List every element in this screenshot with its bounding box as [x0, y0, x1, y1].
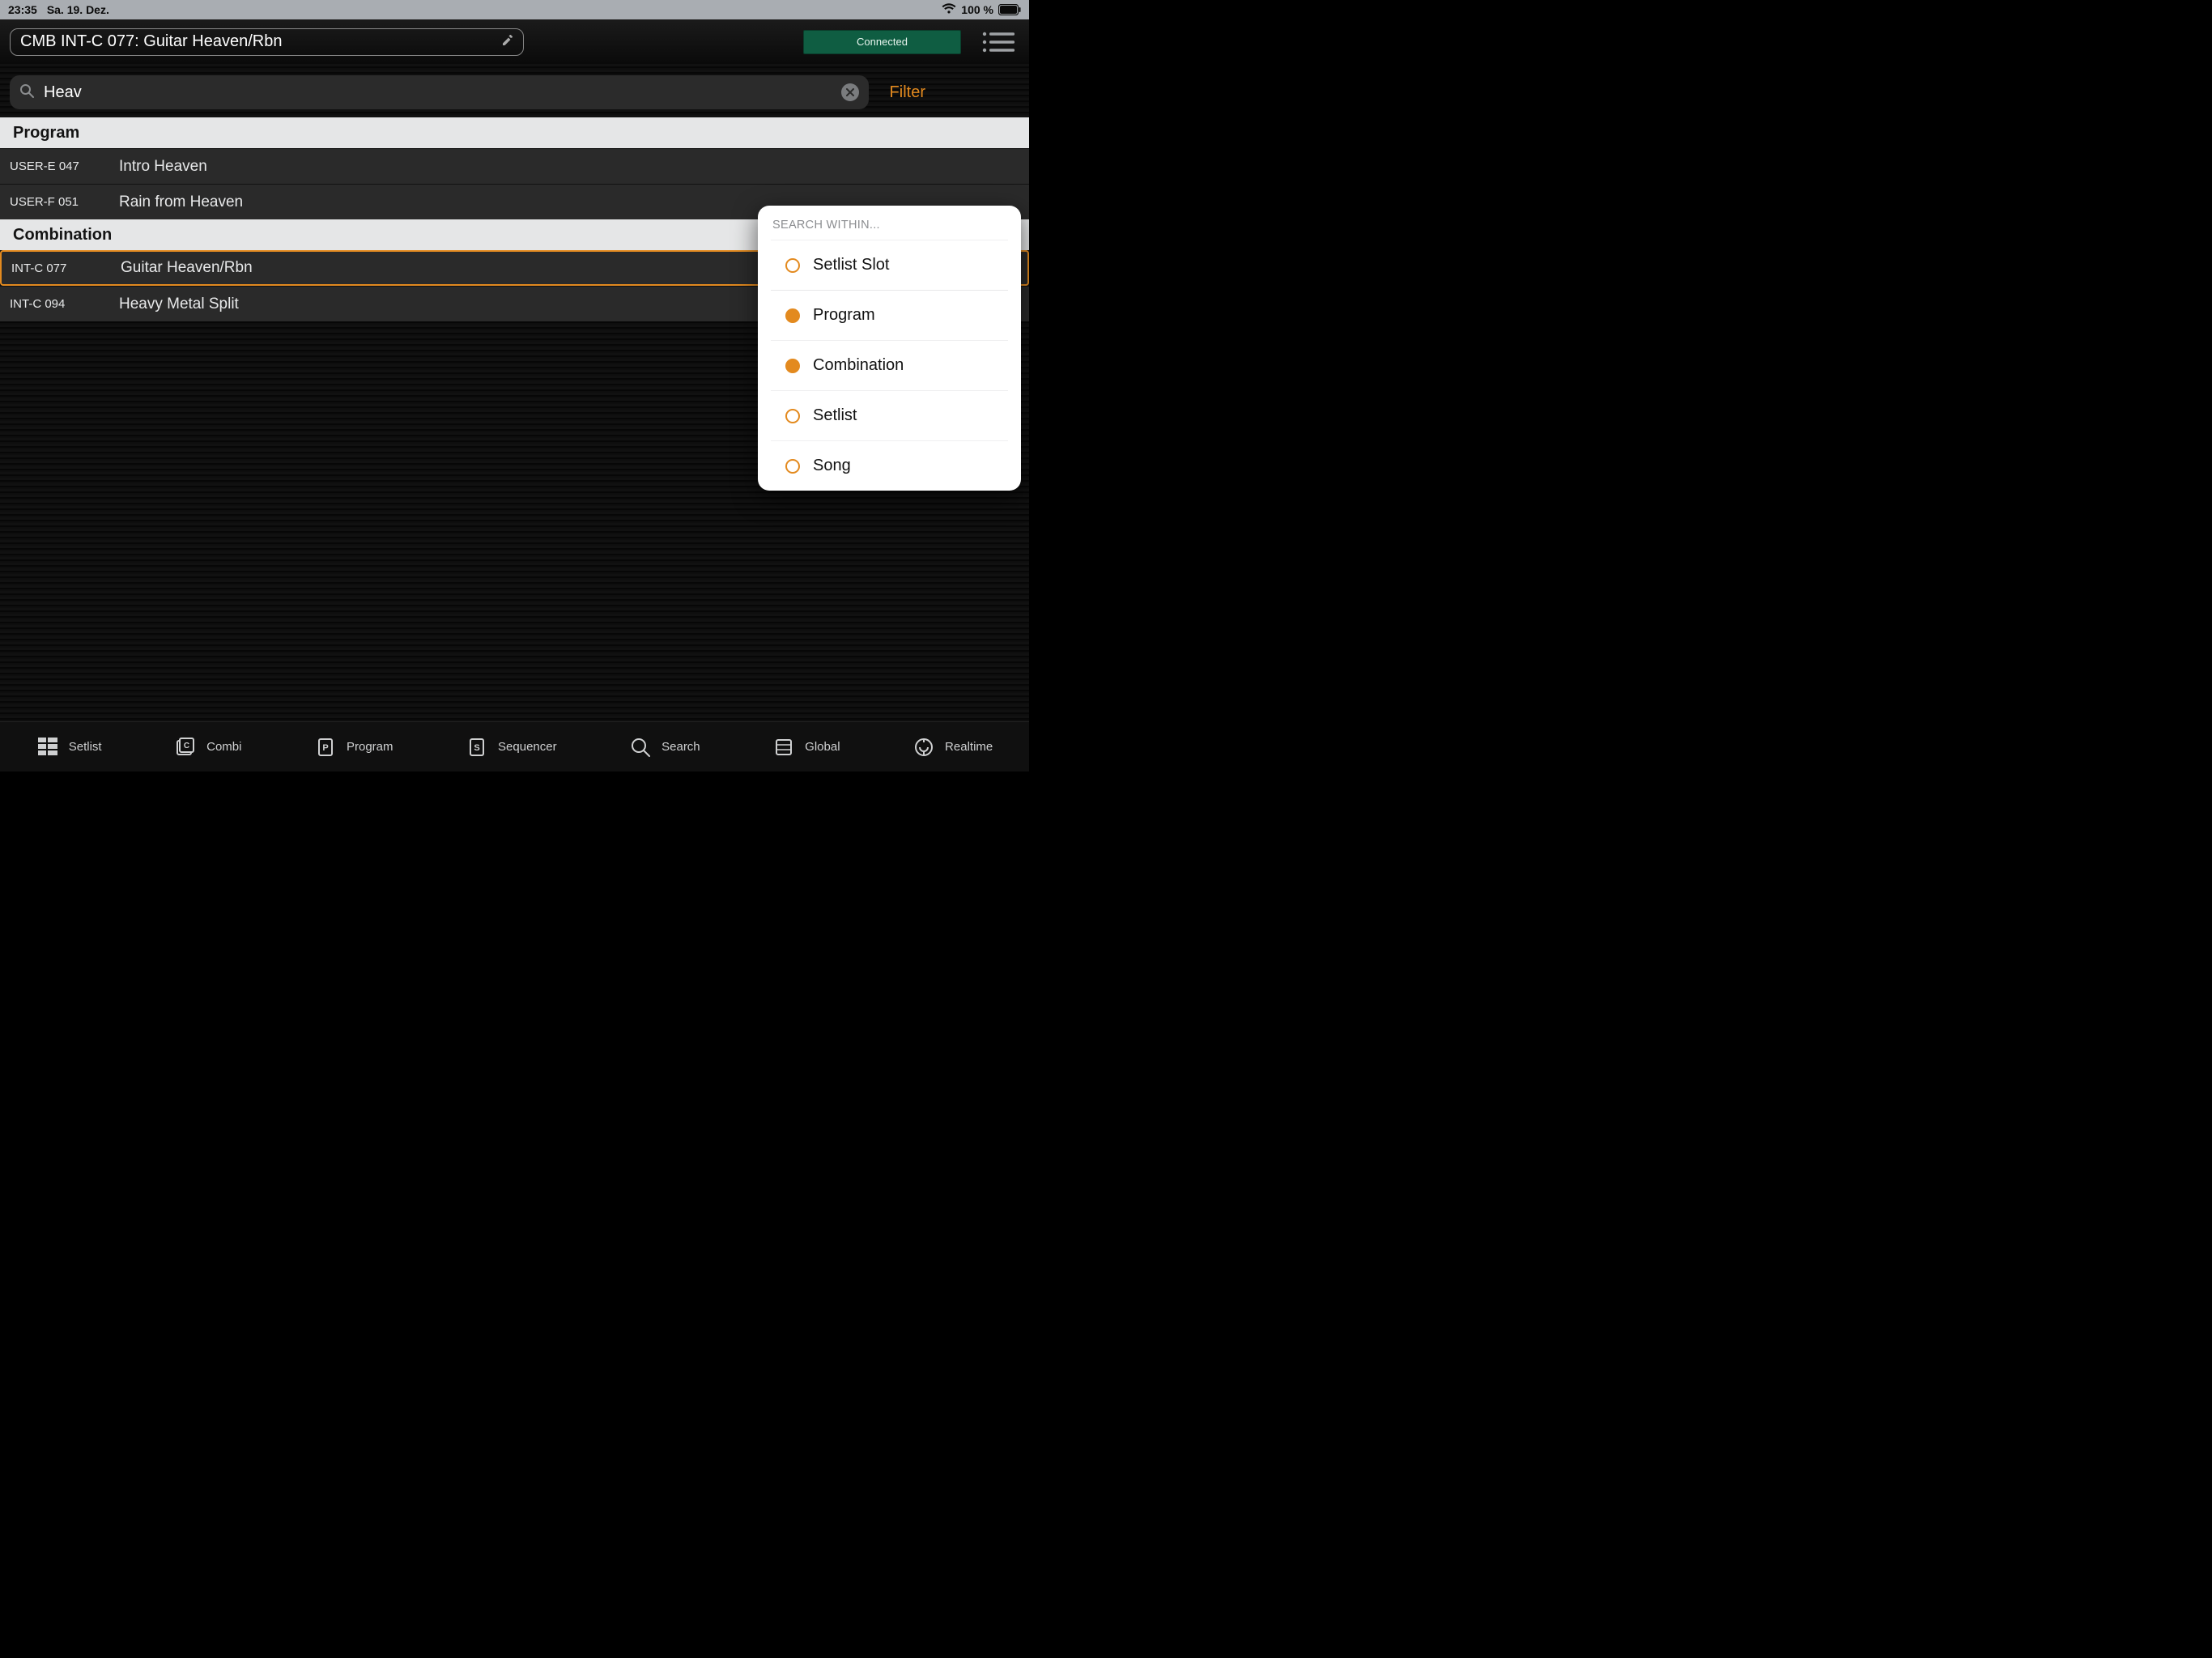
nav-item-program[interactable]: P Program: [314, 736, 393, 759]
svg-text:S: S: [474, 743, 479, 753]
realtime-icon: [912, 736, 935, 759]
status-battery-text: 100 %: [961, 3, 993, 16]
search-input[interactable]: [42, 83, 841, 103]
nav-label: Global: [805, 740, 840, 754]
filter-button[interactable]: Filter: [885, 83, 930, 103]
program-icon: P: [314, 736, 337, 759]
filter-option-label: Song: [813, 457, 851, 475]
result-code: INT-C 077: [11, 261, 121, 275]
nav-item-global[interactable]: Global: [772, 736, 840, 759]
svg-text:C: C: [184, 742, 189, 750]
nav-label: Combi: [206, 740, 241, 754]
radio-icon: [785, 359, 800, 373]
connection-status: Connected: [803, 30, 961, 54]
app-header: CMB INT-C 077: Guitar Heaven/Rbn Connect…: [0, 19, 1029, 64]
filter-option-label: Combination: [813, 356, 904, 375]
filter-option-label: Program: [813, 306, 875, 325]
filter-option[interactable]: Combination: [771, 340, 1008, 390]
filter-option[interactable]: Program: [771, 290, 1008, 340]
menu-icon[interactable]: [977, 32, 1019, 53]
svg-text:P: P: [322, 743, 328, 753]
pencil-icon[interactable]: [502, 35, 513, 49]
nav-label: Search: [661, 740, 700, 754]
search-icon: [19, 83, 34, 102]
global-icon: [772, 736, 795, 759]
filter-label: Filter: [890, 83, 925, 101]
nav-label: Realtime: [945, 740, 993, 754]
result-name: Rain from Heaven: [119, 193, 243, 211]
battery-icon: [998, 4, 1021, 15]
filter-popover: SEARCH WITHIN... Setlist Slot Program Comb…: [758, 206, 1021, 491]
ios-status-bar: 23:35 Sa. 19. Dez. 100 %: [0, 0, 1029, 19]
filter-option-label: Setlist Slot: [813, 256, 889, 274]
nav-item-sequencer[interactable]: S Sequencer: [466, 736, 557, 759]
current-sound-title[interactable]: CMB INT-C 077: Guitar Heaven/Rbn: [10, 28, 524, 56]
wifi-icon: [942, 3, 956, 17]
nav-label: Program: [347, 740, 393, 754]
title-text: CMB INT-C 077: Guitar Heaven/Rbn: [20, 32, 282, 51]
radio-icon: [785, 459, 800, 474]
nav-item-realtime[interactable]: Realtime: [912, 736, 993, 759]
result-name: Intro Heaven: [119, 158, 207, 176]
main-content: Filter ProgramUSER-E 047Intro HeavenUSER…: [0, 64, 1029, 721]
grid-icon: [36, 736, 59, 759]
popover-heading: SEARCH WITHIN...: [758, 206, 1021, 240]
filter-option[interactable]: Setlist Slot: [771, 240, 1008, 290]
radio-icon: [785, 308, 800, 323]
result-name: Guitar Heaven/Rbn: [121, 259, 253, 277]
result-row[interactable]: USER-E 047Intro Heaven: [0, 148, 1029, 184]
nav-label: Sequencer: [498, 740, 557, 754]
search-field[interactable]: [10, 75, 869, 109]
status-time: 23:35: [8, 3, 37, 16]
filter-option[interactable]: Setlist: [771, 390, 1008, 440]
nav-item-combi[interactable]: C Combi: [174, 736, 241, 759]
filter-option[interactable]: Song: [771, 440, 1008, 491]
nav-item-search[interactable]: Search: [629, 736, 700, 759]
search-icon: [629, 736, 652, 759]
nav-label: Setlist: [69, 740, 102, 754]
search-row: Filter: [0, 64, 1029, 117]
filter-option-label: Setlist: [813, 406, 857, 425]
sequencer-icon: S: [466, 736, 488, 759]
result-code: USER-F 051: [10, 195, 119, 209]
combi-icon: C: [174, 736, 197, 759]
bottom-nav: Setlist C Combi P Program S Sequencer Search Glo…: [0, 721, 1029, 772]
radio-icon: [785, 258, 800, 273]
radio-icon: [785, 409, 800, 423]
connection-label: Connected: [857, 36, 908, 48]
result-code: INT-C 094: [10, 297, 119, 311]
status-date: Sa. 19. Dez.: [47, 3, 109, 16]
nav-item-setlist[interactable]: Setlist: [36, 736, 102, 759]
result-name: Heavy Metal Split: [119, 295, 239, 313]
section-header: Program: [0, 117, 1029, 148]
result-code: USER-E 047: [10, 159, 119, 173]
clear-search-button[interactable]: [841, 83, 859, 101]
